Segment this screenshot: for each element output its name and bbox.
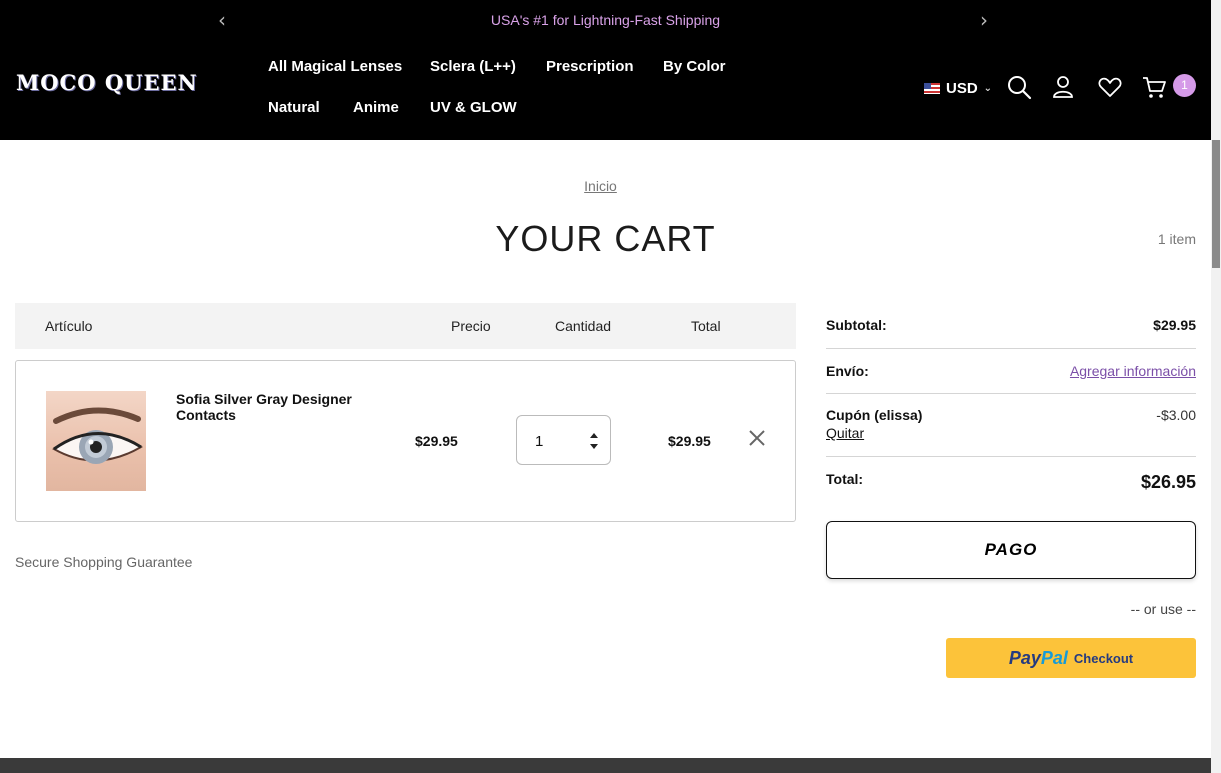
shipping-label: Envío: [826,363,869,379]
nav-item-by-color[interactable]: By Color [663,58,726,75]
cart-count-badge[interactable]: 1 [1173,74,1196,97]
coupon-discount-value: -$3.00 [1156,407,1196,423]
page-scrollbar-track[interactable] [1211,0,1221,773]
paypal-logo-pay: Pay [1008,647,1041,668]
total-label: Total: [826,471,864,487]
paypal-logo: PayPal [1009,648,1068,669]
nav-item-uv-glow[interactable]: UV & GLOW [430,99,517,116]
product-name[interactable]: Sofia Silver Gray Designer Contacts [176,391,386,423]
currency-label: USD [946,80,978,97]
nav-item-prescription[interactable]: Prescription [546,58,634,75]
summary-divider [826,456,1196,457]
summary-divider [826,348,1196,349]
eye-image [52,407,143,464]
product-thumbnail[interactable] [46,391,146,491]
currency-selector[interactable]: USD ⌄ [924,80,992,97]
total-value: $26.95 [1140,472,1196,492]
chevron-down-icon: ⌄ [983,83,993,94]
nav-item-natural[interactable]: Natural [268,99,320,116]
footer-strip [0,758,1211,773]
quantity-value[interactable]: 1 [535,433,543,450]
cart-line-item: Sofia Silver Gray Designer Contacts $29.… [15,360,796,522]
line-item-total: $29.95 [668,433,711,449]
cart-table-header: Artículo Precio Cantidad Total [15,303,796,349]
column-header-article: Artículo [45,318,93,334]
quantity-increase-icon[interactable] [589,432,599,440]
remove-item-close-icon[interactable] [748,429,766,447]
site-logo[interactable]: MOCO QUEEN [16,70,198,95]
quantity-decrease-icon[interactable] [589,442,599,450]
subtotal-value: $29.95 [1153,317,1196,333]
checkout-button[interactable]: PAGO [826,521,1196,579]
remove-coupon-link[interactable]: Quitar [826,425,864,441]
page-title: YOUR CART [495,218,716,259]
page-scrollbar-thumb[interactable] [1212,140,1220,268]
subtotal-label: Subtotal: [826,317,887,333]
add-shipping-info-link[interactable]: Agregar información [1070,363,1196,379]
secure-shopping-guarantee: Secure Shopping Guarantee [15,554,193,570]
column-header-price: Precio [451,318,491,334]
coupon-label: Cupón (elissa) [826,407,923,423]
column-header-quantity: Cantidad [555,318,612,334]
cart-icon[interactable] [1141,74,1167,100]
summary-divider [826,393,1196,394]
paypal-logo-pal: Pal [1040,647,1068,668]
or-use-divider: -- or use -- [1130,601,1196,617]
announcement-next-button[interactable]: › [980,8,988,32]
search-icon[interactable] [1006,74,1032,100]
account-icon[interactable] [1050,74,1076,100]
breadcrumb-home[interactable]: Inicio [0,178,1201,194]
nav-item-anime[interactable]: Anime [353,99,399,116]
paypal-checkout-button[interactable]: PayPal Checkout [946,638,1196,678]
wishlist-icon[interactable] [1097,74,1123,100]
us-flag-icon [924,83,940,94]
column-header-total: Total [691,318,721,334]
nav-item-sclera[interactable]: Sclera (L++) [430,58,516,75]
cart-item-count: 1 item [1157,231,1196,247]
quantity-stepper[interactable]: 1 [516,415,611,465]
announcement-text: USA's #1 for Lightning-Fast Shipping [490,12,721,28]
product-price: $29.95 [415,433,458,449]
nav-item-all-magical-lenses[interactable]: All Magical Lenses [268,58,402,75]
paypal-checkout-label: Checkout [1073,650,1134,666]
